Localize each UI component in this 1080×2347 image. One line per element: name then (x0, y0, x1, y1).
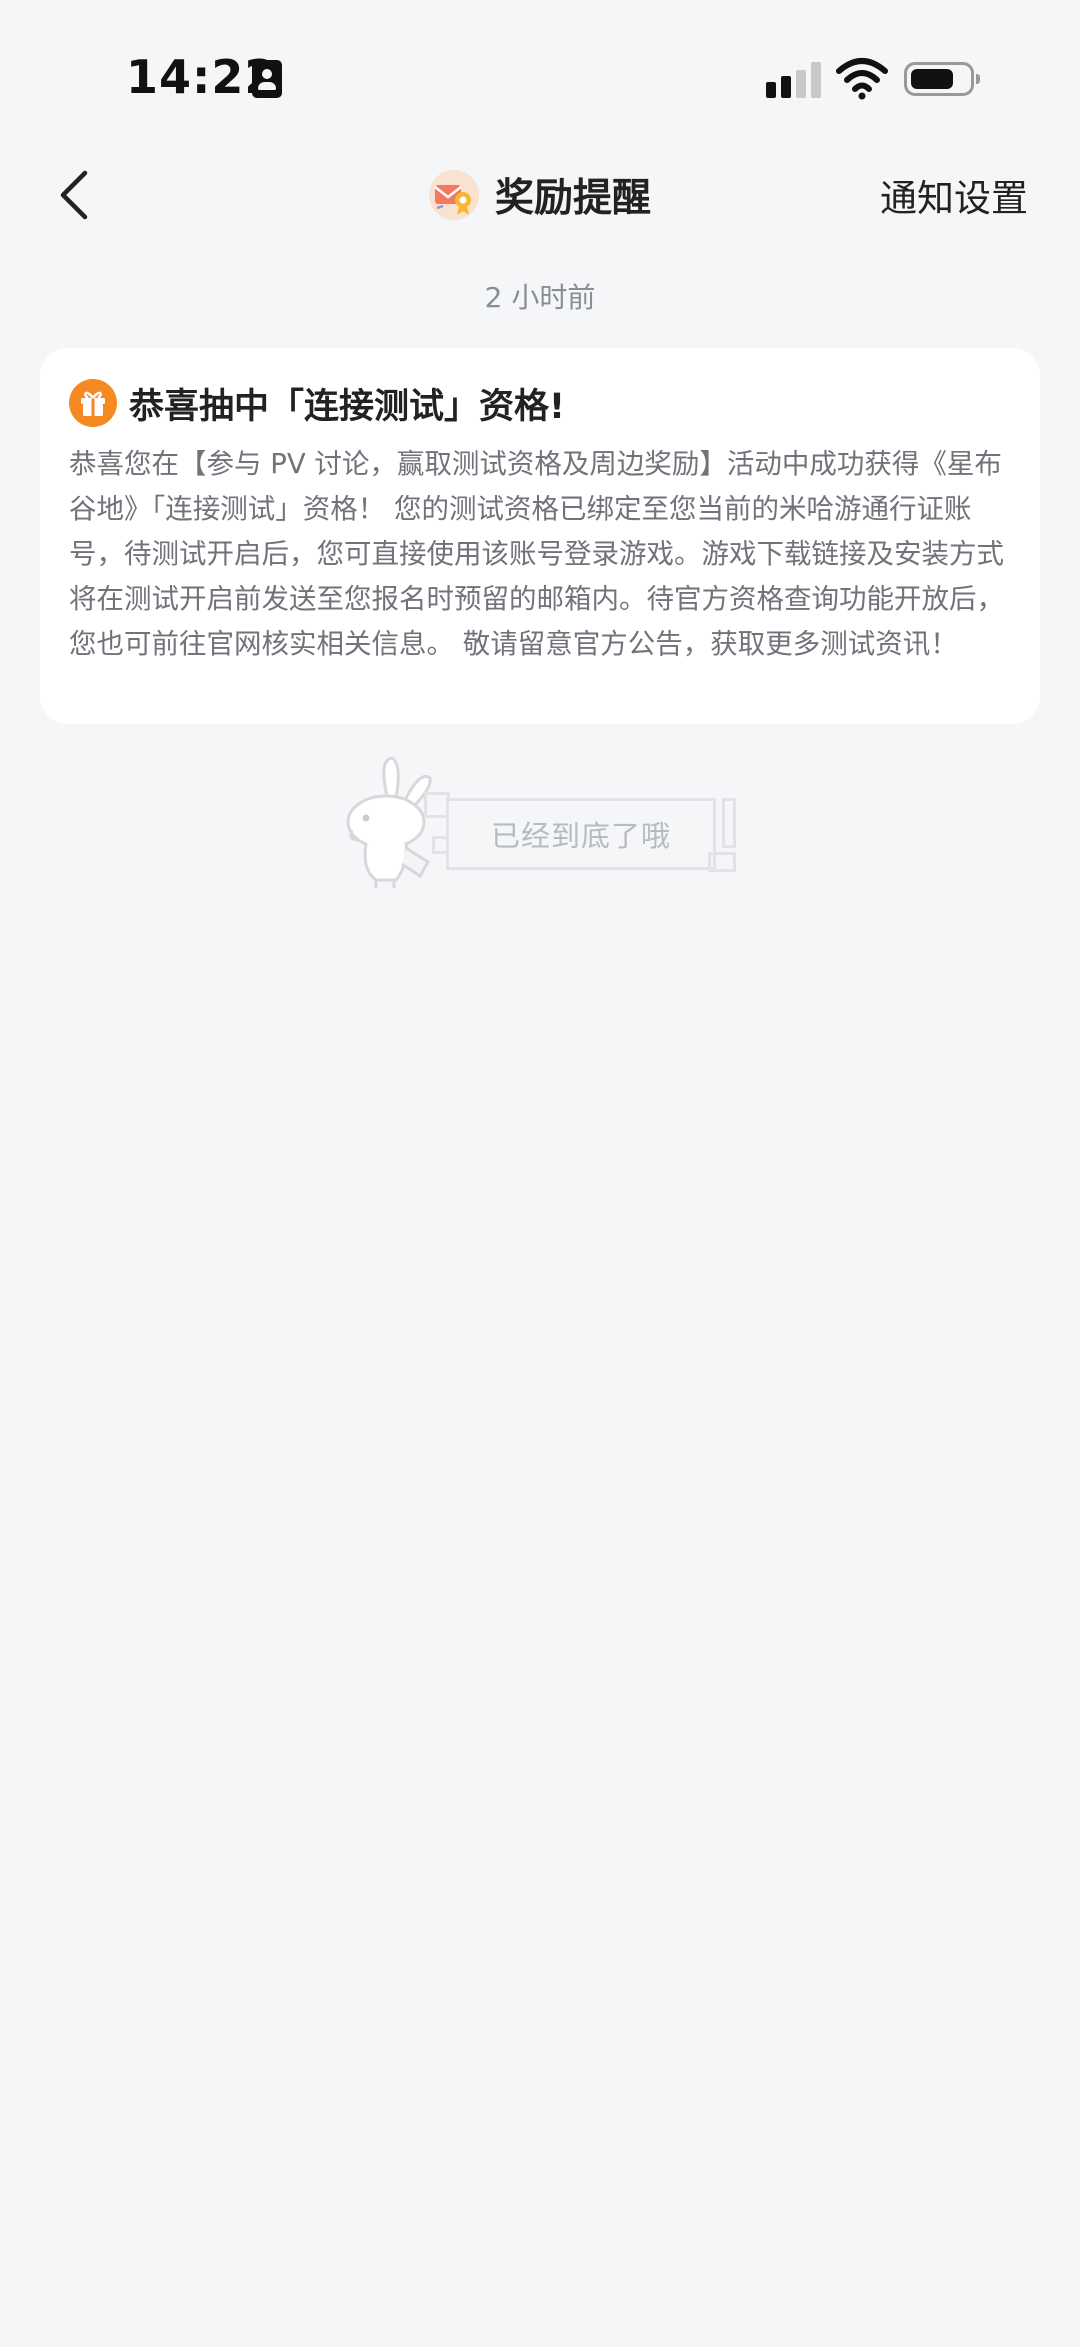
signal-icon (766, 60, 822, 98)
end-of-list-text: 已经到底了哦 (490, 819, 671, 853)
end-text-box: 已经到底了哦 (446, 798, 716, 870)
reward-envelope-icon (428, 170, 479, 220)
decorative-bar (722, 798, 736, 848)
chevron-left-icon (60, 170, 88, 220)
card-header: 恭喜抽中「连接测试」资格! (69, 378, 1010, 428)
wifi-icon (836, 58, 888, 100)
message-timestamp: 2 小时前 (484, 281, 596, 314)
decorative-square (708, 852, 736, 872)
navigation-bar: 奖励提醒 通知设置 (0, 150, 1080, 280)
card-title: 恭喜抽中「连接测试」资格! (129, 386, 565, 427)
battery-icon (904, 62, 980, 96)
status-bar: 14:22 (0, 0, 1080, 150)
notification-settings-link[interactable]: 通知设置 (880, 168, 1028, 222)
end-of-list-indicator: 已经到底了哦 (336, 752, 746, 892)
page-title: 奖励提醒 (494, 176, 651, 221)
contact-card-icon (252, 60, 282, 98)
card-body-text: 恭喜您在【参与 PV 讨论，赢取测试资格及周边奖励】活动中成功获得《星布谷地》「… (69, 448, 1004, 660)
rabbit-mascot-icon (346, 756, 432, 888)
notification-card[interactable]: 恭喜抽中「连接测试」资格! 恭喜您在【参与 PV 讨论，赢取测试资格及周边奖励】… (40, 348, 1040, 724)
gift-icon (69, 379, 117, 427)
back-button[interactable] (40, 160, 110, 230)
